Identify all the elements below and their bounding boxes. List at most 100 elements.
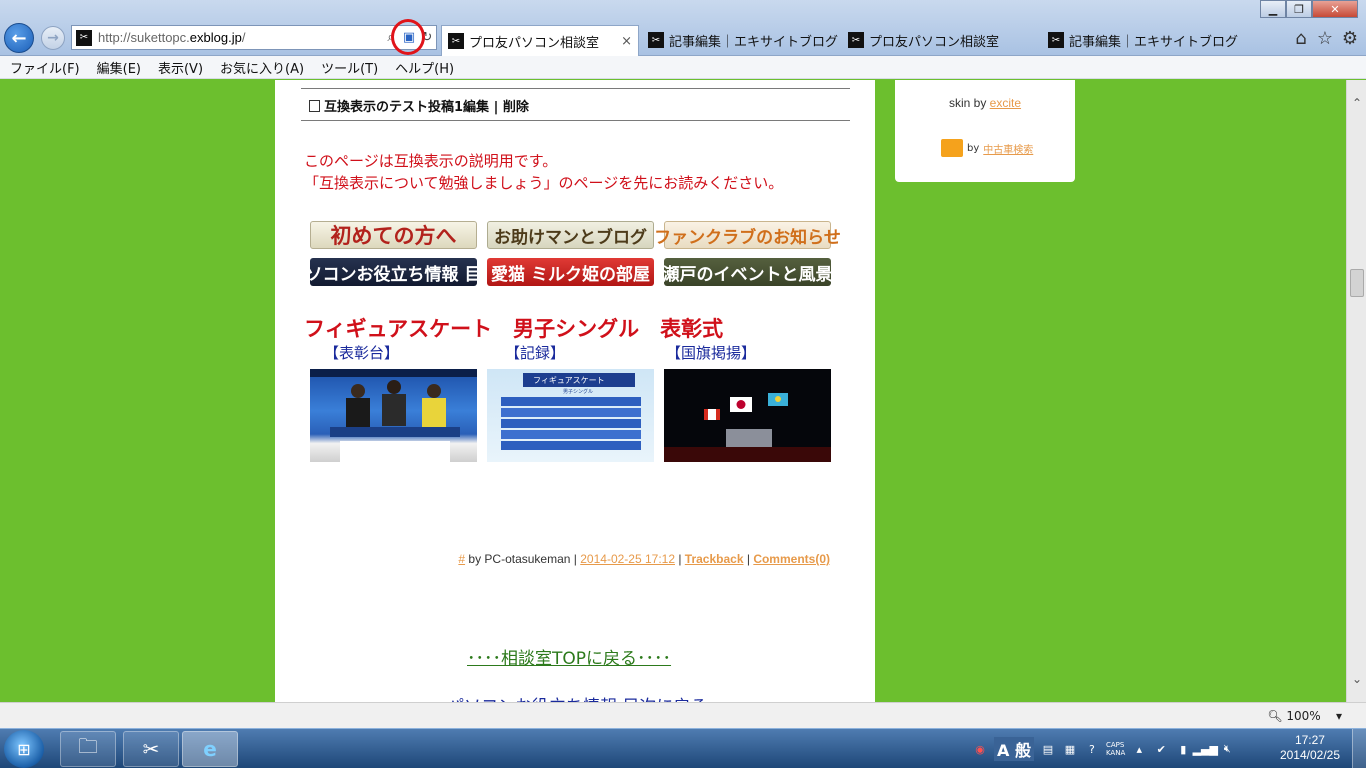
scissors-app-icon: ✂ [142,737,160,761]
post-byline: # by PC-otasukeman | 2014-02-25 17:12 | … [458,552,830,566]
menu-help[interactable]: ヘルプ(H) [395,58,454,77]
settings-gear-icon[interactable]: ⚙ [1339,27,1361,49]
tab-favicon-icon: ✂ [848,32,864,48]
pc-tips-index-link[interactable]: パソコンお役立ち情報 目次に戻る [447,692,707,702]
taskbar-clock[interactable]: 17:27 2014/02/25 [1280,733,1340,763]
menu-edit[interactable]: 編集(E) [97,58,141,77]
zoom-control[interactable]: 🔍︎ 100% ▾ [1267,709,1342,723]
security-icon[interactable]: ✔ [1153,741,1169,757]
tab-title: プロ友パソコン相談室 [869,34,1000,50]
close-tab-icon[interactable]: × [621,34,632,49]
byline-author: by PC-otasukeman | [468,552,577,566]
used-car-credit: by 中古車検索 [941,139,1033,157]
tab-favicon-icon: ✂ [648,32,664,48]
windows-logo-icon: ⊞ [17,739,31,759]
skin-excite-link[interactable]: excite [990,96,1021,110]
app-taskbar-button[interactable]: ✂ [123,731,179,767]
address-bar[interactable]: ✂ http://sukettopc.exblog.jp/ ⌕ ▣ ↻ [71,25,437,50]
close-window-button[interactable]: ✕ [1312,0,1358,18]
tab-1[interactable]: ✂ プロ友パソコン相談室 × [441,25,639,56]
post-title-bar: 互換表示のテスト投稿1編集 | 削除 [309,96,529,115]
flag-raising-photo[interactable] [664,369,831,462]
record-photo[interactable]: フィギュアスケート 男子シングル [487,369,654,462]
system-tray: ◉ A 般 ▤ ▦ ? CAPS KANA ▴ ✔ ▮ ▂▄▆ 🔇︎ [972,737,1235,761]
site-favicon-icon: ✂ [76,29,92,46]
tab-title: 記事編集｜エキサイトブログ [1069,34,1239,50]
show-desktop-button[interactable] [1352,729,1366,768]
tab-title: 記事編集｜エキサイトブログ [669,34,839,50]
intro-line-2: 「互換表示について勉強しましょう」のページを先にお読みください。 [304,174,784,192]
caps-kana-indicator: CAPS KANA [1106,741,1125,757]
comments-link[interactable]: Comments(0) [753,552,830,566]
back-arrow-icon: ← [11,27,27,49]
banner-fanclub[interactable]: ファンクラブのお知らせ [654,221,841,249]
menu-tools[interactable]: ツール(T) [321,58,378,77]
post-edit-link[interactable]: 互換表示のテスト投稿1編集 [324,100,489,115]
scroll-up-icon[interactable]: ⌃ [1347,94,1366,112]
menu-bar: ファイル(F) 編集(E) 表示(V) お気に入り(A) ツール(T) ヘルプ(… [0,56,1366,79]
show-hidden-icons-icon[interactable]: ▴ [1131,741,1147,757]
ime-pad-icon[interactable]: ▤ [1040,741,1056,757]
explorer-taskbar-button[interactable]: 🗀 [60,731,116,767]
used-car-search-link[interactable]: 中古車検索 [983,141,1033,156]
volume-muted-icon[interactable]: 🔇︎ [1219,741,1235,757]
sidebar-box: skin by excite by 中古車検索 [895,80,1075,182]
ie-taskbar-button[interactable]: e [182,731,238,767]
tab-4[interactable]: ✂ 記事編集｜エキサイトブログ [1042,25,1240,55]
minimize-button[interactable]: ▁ [1260,0,1286,18]
tab-favicon-icon: ✂ [1048,32,1064,48]
status-bar: 🔍︎ 100% ▾ [0,702,1366,728]
caption-record: 【記録】 [505,344,566,362]
post-datetime-link[interactable]: 2014-02-25 17:12 [580,552,675,566]
skate-heading: フィギュアスケート 男子シングル 表彰式 [304,317,724,341]
tab-favicon-icon: ✂ [448,33,464,49]
banner-otasukeman-blog[interactable]: お助けマンとブログ [487,221,654,249]
chevron-down-icon: ▾ [1324,709,1342,723]
permalink-link[interactable]: # [458,552,465,566]
skin-by-label: skin by [948,96,987,110]
document-icon [309,100,320,112]
post-delete-link[interactable]: 削除 [503,100,529,115]
menu-favorites[interactable]: お気に入り(A) [220,58,304,77]
record-card-title: フィギュアスケート [533,376,605,385]
device-icon[interactable]: ▮ [1175,741,1191,757]
divider [301,88,850,89]
vertical-scrollbar[interactable]: ⌃ ⌄ [1346,80,1366,702]
ime-toggle-icon[interactable]: ◉ [972,741,988,757]
skin-credit: skin by excite [895,96,1075,110]
ime-tools-icon[interactable]: ▦ [1062,741,1078,757]
kana-label: KANA [1105,749,1126,757]
windows-taskbar: ⊞ 🗀 ✂ e ◉ A 般 ▤ ▦ ? CAPS KANA ▴ ✔ ▮ ▂▄▆ … [0,728,1366,768]
back-to-top-link[interactable]: ････相談室TOPに戻る････ [467,644,671,669]
tab-2[interactable]: ✂ 記事編集｜エキサイトブログ [642,25,840,55]
truck-by-label: by [967,142,980,154]
intro-line-1: このページは互換表示の説明用です。 [304,152,558,170]
favorites-star-icon[interactable]: ☆ [1314,27,1336,49]
forward-button[interactable]: → [41,26,65,50]
podium-photo[interactable] [310,369,477,462]
ime-mode[interactable]: A 般 [994,737,1034,761]
address-url[interactable]: http://sukettopc.exblog.jp/ [98,30,382,45]
compatibility-view-highlight-circle [391,19,425,55]
back-button[interactable]: ← [4,23,34,53]
banner-cat-room[interactable]: 愛猫 ミルク姫の部屋 [487,258,654,286]
divider [301,120,850,121]
banner-seto-events[interactable]: 瀬戸のイベントと風景 [663,258,833,286]
forward-arrow-icon: → [47,30,59,46]
start-button[interactable]: ⊞ [4,730,44,768]
home-icon[interactable]: ⌂ [1290,27,1312,49]
caption-flag-raising: 【国旗掲揚】 [666,344,757,362]
browser-titlebar: ← → ✂ http://sukettopc.exblog.jp/ ⌕ ▣ ↻ … [0,0,1366,56]
help-icon[interactable]: ? [1084,741,1100,757]
scroll-down-icon[interactable]: ⌄ [1347,670,1366,688]
restore-button[interactable]: ❐ [1286,0,1312,18]
tab-3[interactable]: ✂ プロ友パソコン相談室 [842,25,1040,55]
network-signal-icon[interactable]: ▂▄▆ [1193,741,1218,757]
trackback-link[interactable]: Trackback [685,552,744,566]
menu-file[interactable]: ファイル(F) [10,58,80,77]
banner-first-time[interactable]: 初めての方へ [310,221,477,249]
menu-view[interactable]: 表示(V) [158,58,203,77]
scrollbar-thumb[interactable] [1350,269,1364,297]
clock-date: 2014/02/25 [1279,748,1340,762]
banner-pc-tips-index[interactable]: パソコンお役立ち情報 目次 [289,258,498,286]
